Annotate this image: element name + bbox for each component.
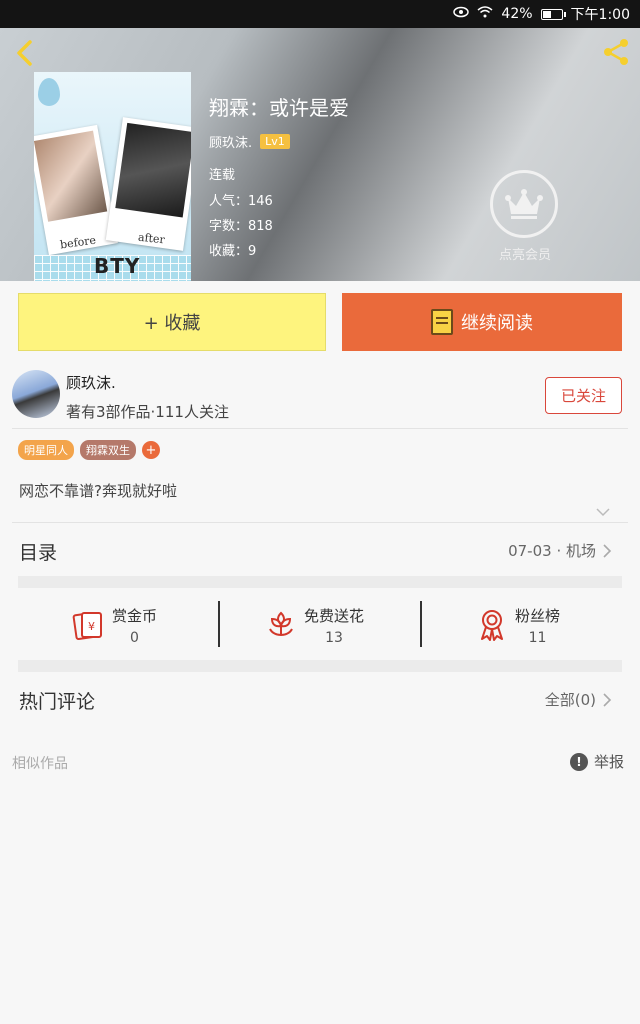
book-title: 翔霖：或许是爱 [209,96,349,120]
chevron-left-icon [17,40,32,66]
vip-label: 点亮会员 [498,248,551,263]
header-author-name[interactable]: 顾玖沫. [209,132,252,151]
header-author-line: 顾玖沫. Lv1 [209,132,290,151]
report-label: 举报 [594,753,625,771]
back-button[interactable] [10,36,40,70]
author-name[interactable]: 顾玖沫. [66,372,116,393]
report-button[interactable]: ! 举报 [570,751,624,772]
fan-ranking-button[interactable]: 粉丝榜 11 [477,600,560,650]
add-tag-button[interactable]: + [142,441,160,459]
chevron-right-icon [603,692,612,707]
serial-status: 连载 [209,168,236,183]
fan-ranking-count: 11 [528,629,547,646]
book-header: before after BTY 翔霖：或许是爱 顾玖沫. Lv1 连载 人气：… [0,28,640,281]
ribbon-medal-icon [481,610,503,641]
book-icon [431,309,453,335]
word-count-stat: 字数：818 [209,219,273,234]
author-meta: 著有3部作品·111人关注 [66,403,229,421]
stat-separator [420,601,422,647]
follow-button[interactable]: 已关注 [545,377,622,414]
tag-list: 明星同人 翔霖双生 + [18,440,160,460]
continue-reading-label: 继续阅读 [461,313,533,334]
favorites-stat: 收藏：9 [209,244,257,259]
tag-item[interactable]: 翔霖双生 [80,440,136,460]
divider [12,428,628,429]
water-drop-decoration [38,78,60,106]
cover-brand: BTY [94,254,141,278]
tip-coins-button[interactable]: ¥ 赏金币 0 [72,600,157,650]
status-bar: 42% 下午1:00 [0,0,640,28]
battery-fill [542,10,551,18]
all-comments-link[interactable]: 全部(0) [545,689,612,710]
author-avatar[interactable] [12,370,60,418]
section-divider [18,576,622,588]
vip-button[interactable]: 点亮会员 [490,170,560,263]
share-button[interactable] [600,36,632,68]
svg-text:¥: ¥ [88,620,95,633]
wifi-icon [477,6,493,22]
crown-icon [490,170,558,238]
cover-caption-after: after [137,230,166,247]
stat-separator [218,601,220,647]
hot-comments-label: 热门评论 [19,691,96,713]
section-divider [18,660,622,672]
chevron-right-icon [603,543,612,558]
add-favorite-button[interactable]: + 收藏 [18,293,326,351]
level-badge: Lv1 [260,134,290,149]
red-envelope-icon: ¥ [72,611,102,641]
flower-icon [269,611,293,636]
battery-percent: 42% [501,6,533,22]
battery-icon [540,8,566,20]
send-flower-button[interactable]: 免费送花 13 [266,600,364,650]
clock: 下午1:00 [570,7,630,23]
fan-ranking-label: 粉丝榜 [515,606,561,625]
all-comments-count: 全部(0) [544,691,596,709]
similar-works-label: 相似作品 [12,756,68,772]
latest-chapter: 07-03 · 机场 [508,542,596,560]
flower-count: 13 [325,629,343,646]
tip-coins-count: 0 [130,629,139,646]
divider [12,522,628,523]
book-description: 网恋不靠谱?奔现就好啦 [19,482,177,500]
exclamation-icon: ! [570,752,588,771]
send-flower-label: 免费送花 [304,606,365,625]
latest-chapter-link[interactable]: 07-03 · 机场 [508,540,612,561]
chevron-down-icon[interactable] [595,503,611,517]
share-icon [604,39,628,65]
popularity-stat: 人气：146 [209,194,273,209]
book-cover[interactable]: before after BTY [34,72,191,281]
eye-icon [453,6,470,22]
catalog-label[interactable]: 目录 [19,538,57,565]
continue-reading-button[interactable]: 继续阅读 [342,293,622,351]
tip-coins-label: 赏金币 [112,606,158,625]
tag-item[interactable]: 明星同人 [18,440,74,460]
